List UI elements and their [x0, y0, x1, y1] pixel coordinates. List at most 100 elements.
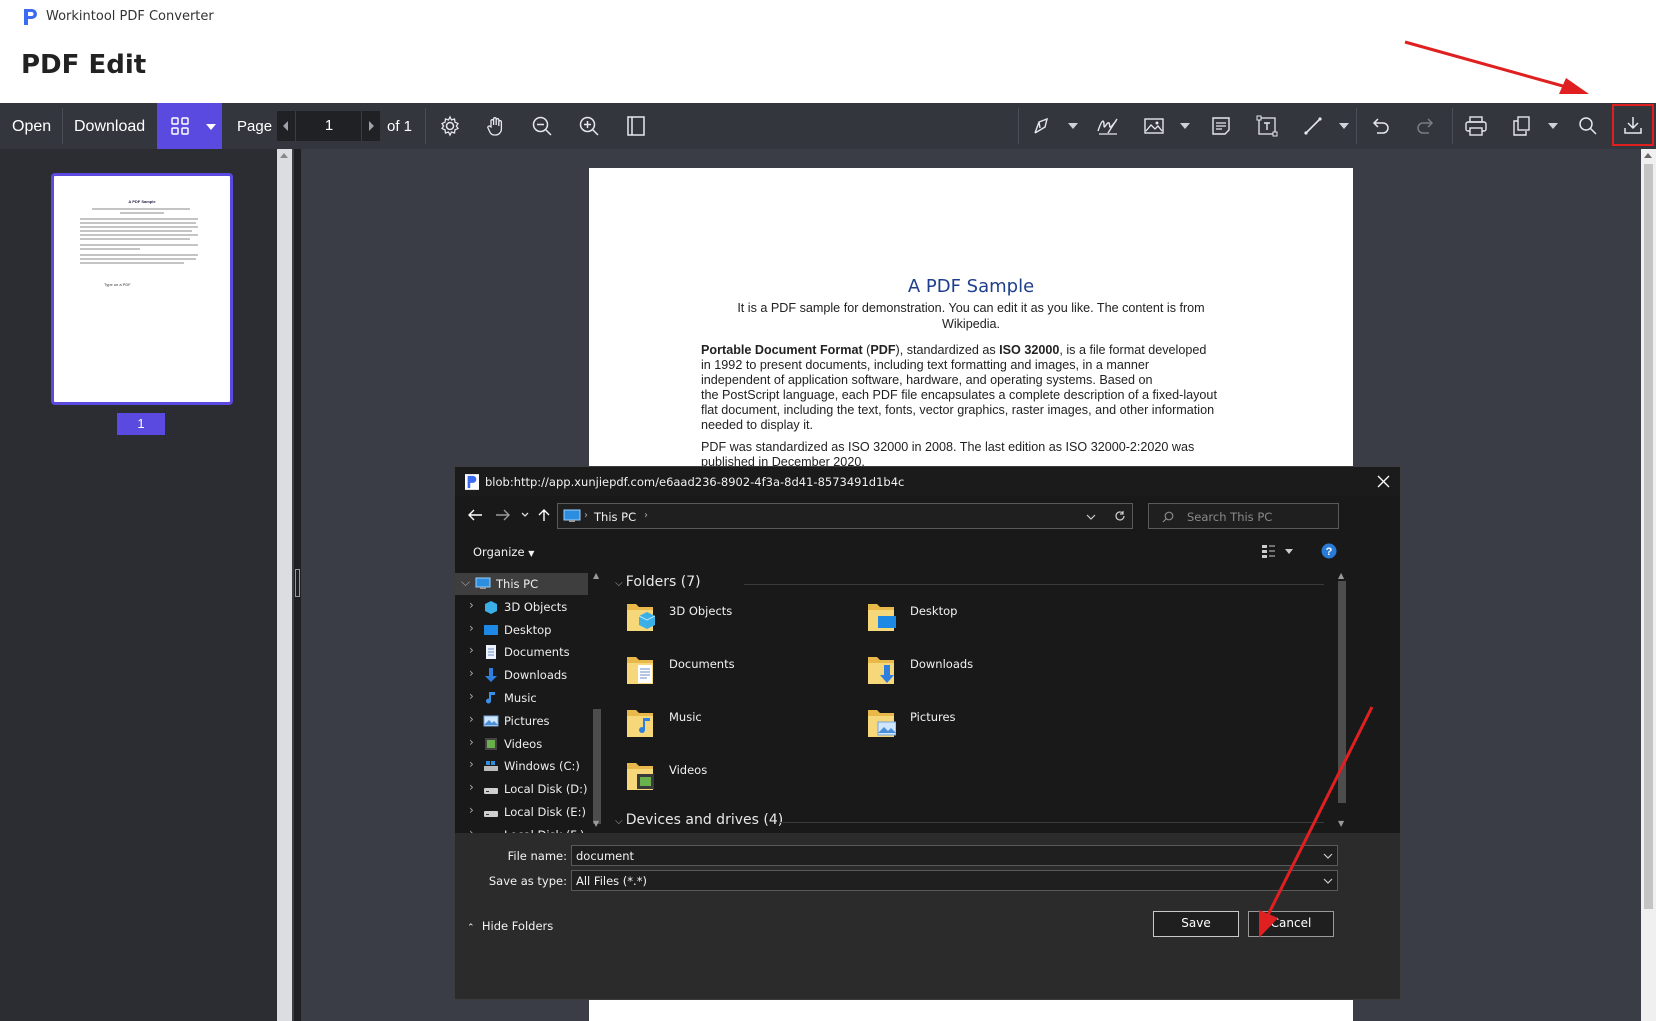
close-icon[interactable]: [1377, 475, 1390, 488]
prev-page-icon[interactable]: [281, 120, 291, 132]
thumbnail-scrollbar[interactable]: [277, 149, 292, 1021]
nav-scrollbar[interactable]: ▲ ▼: [590, 569, 604, 833]
nav-item[interactable]: › 3D Objects: [455, 596, 588, 618]
zoom-out-icon: [532, 116, 552, 136]
chevron-down-icon[interactable]: [1284, 549, 1294, 555]
chevron-down-icon[interactable]: [1323, 853, 1333, 859]
folder-tile[interactable]: 3D Objects: [625, 596, 845, 642]
printer-icon: [1465, 116, 1487, 136]
forward-arrow-icon[interactable]: [495, 508, 511, 522]
nav-item[interactable]: › Local Disk (E:): [455, 801, 588, 823]
nav-item[interactable]: › Videos: [455, 733, 588, 755]
folder-tile[interactable]: Music: [625, 702, 845, 748]
folder-tile[interactable]: Desktop: [866, 596, 1086, 642]
nav-item-icon: [484, 788, 498, 795]
nav-item[interactable]: › Music: [455, 687, 588, 709]
signature-button[interactable]: [1086, 103, 1130, 149]
folder-tile[interactable]: Videos: [625, 755, 845, 801]
hide-folders-button[interactable]: ⌃ Hide Folders: [467, 919, 553, 933]
folder-tile[interactable]: Downloads: [866, 649, 1086, 695]
text-box-button[interactable]: [1245, 103, 1289, 149]
hand-icon: [487, 117, 503, 136]
folder-tile[interactable]: Documents: [625, 649, 845, 695]
back-arrow-icon[interactable]: [467, 508, 483, 522]
export-button[interactable]: [1499, 103, 1543, 149]
undo-button[interactable]: [1358, 103, 1402, 149]
splitter-handle[interactable]: [295, 569, 300, 597]
redo-button[interactable]: [1404, 103, 1448, 149]
comment-button[interactable]: [1199, 103, 1243, 149]
address-bar[interactable]: › This PC ›: [557, 503, 1133, 529]
nav-item[interactable]: › Pictures: [455, 710, 588, 732]
settings-button[interactable]: [428, 103, 472, 149]
nav-item[interactable]: › Local Disk (D:): [455, 778, 588, 800]
scroll-thumb[interactable]: [1338, 581, 1346, 803]
chevron-down-icon[interactable]: [1339, 123, 1349, 129]
folders-section-header[interactable]: ⌵ Folders (7): [615, 574, 701, 590]
save-download-button[interactable]: [1612, 104, 1654, 146]
zoom-in-button[interactable]: [567, 103, 611, 149]
zoom-out-button[interactable]: [520, 103, 564, 149]
scroll-up-arrow[interactable]: [280, 153, 288, 158]
chevron-down-icon: [206, 124, 216, 130]
refresh-icon[interactable]: [1114, 510, 1126, 522]
nav-item[interactable]: › Windows (C:): [455, 755, 588, 777]
viewer-scrollbar[interactable]: [1641, 149, 1656, 1021]
scroll-thumb[interactable]: [1644, 164, 1653, 909]
nav-item[interactable]: › Downloads: [455, 664, 588, 686]
help-icon[interactable]: ?: [1321, 543, 1337, 559]
single-page-button[interactable]: [614, 103, 658, 149]
nav-item[interactable]: › Documents: [455, 641, 588, 663]
save-type-select[interactable]: All Files (*.*): [571, 870, 1338, 891]
pdf-paragraph-1-line: in 1992 to present documents, including …: [701, 358, 1150, 372]
expand-chevron-icon[interactable]: ›: [469, 621, 474, 635]
expand-chevron-icon[interactable]: ›: [469, 598, 474, 612]
filename-input[interactable]: document: [571, 845, 1338, 866]
recent-locations-chevron-icon[interactable]: [521, 512, 529, 518]
expand-chevron-icon[interactable]: ›: [469, 643, 474, 657]
line-tool-button[interactable]: [1291, 103, 1335, 149]
expand-chevron-icon[interactable]: ›: [469, 712, 474, 726]
page-thumbnail[interactable]: A PDF Sample Type on a PDF: [51, 173, 233, 405]
save-button[interactable]: Save: [1153, 911, 1239, 937]
organize-button[interactable]: Organize ▼: [473, 545, 534, 559]
scroll-up-arrow[interactable]: [1644, 153, 1652, 158]
insert-image-button[interactable]: [1132, 103, 1176, 149]
nav-item[interactable]: ⌵ This PC: [455, 573, 588, 595]
content-scrollbar[interactable]: ▲ ▼: [1335, 569, 1349, 833]
nav-item[interactable]: › Desktop: [455, 619, 588, 641]
chevron-down-icon[interactable]: [1086, 514, 1096, 520]
expand-chevron-icon[interactable]: ›: [469, 826, 474, 833]
expand-chevron-icon[interactable]: ⌵: [461, 575, 470, 590]
scroll-thumb[interactable]: [593, 709, 601, 824]
chevron-down-icon[interactable]: [1068, 123, 1078, 129]
view-options-icon[interactable]: [1261, 543, 1277, 559]
drives-section-header[interactable]: ⌵ Devices and drives (4): [615, 812, 783, 828]
expand-chevron-icon[interactable]: ›: [469, 666, 474, 680]
hand-tool-button[interactable]: [474, 103, 518, 149]
expand-chevron-icon[interactable]: ›: [469, 735, 474, 749]
open-button[interactable]: Open: [12, 118, 51, 136]
app-logo-icon: [24, 9, 37, 25]
highlight-tool-button[interactable]: [1020, 103, 1064, 149]
expand-chevron-icon[interactable]: ›: [469, 689, 474, 703]
expand-chevron-icon[interactable]: ›: [469, 780, 474, 794]
cancel-button[interactable]: Cancel: [1248, 911, 1334, 937]
folder-tile[interactable]: Pictures: [866, 702, 1086, 748]
page-number-input[interactable]: 1: [301, 117, 357, 134]
panel-splitter[interactable]: [294, 149, 301, 1021]
chevron-down-icon[interactable]: [1323, 878, 1333, 884]
view-mode-button[interactable]: [157, 103, 222, 149]
pdf-subtitle-line-1: It is a PDF sample for demonstration. Yo…: [737, 301, 1205, 315]
up-arrow-icon[interactable]: [538, 508, 550, 522]
print-button[interactable]: [1454, 103, 1498, 149]
chevron-down-icon[interactable]: [1180, 123, 1190, 129]
download-button[interactable]: Download: [74, 118, 145, 136]
search-button[interactable]: [1566, 103, 1610, 149]
next-page-icon[interactable]: [366, 120, 376, 132]
chevron-down-icon[interactable]: [1548, 123, 1558, 129]
expand-chevron-icon[interactable]: ›: [469, 757, 474, 771]
search-field[interactable]: Search This PC: [1148, 503, 1339, 529]
expand-chevron-icon[interactable]: ›: [469, 803, 474, 817]
nav-item[interactable]: ›Local Disk (F:): [455, 824, 588, 833]
